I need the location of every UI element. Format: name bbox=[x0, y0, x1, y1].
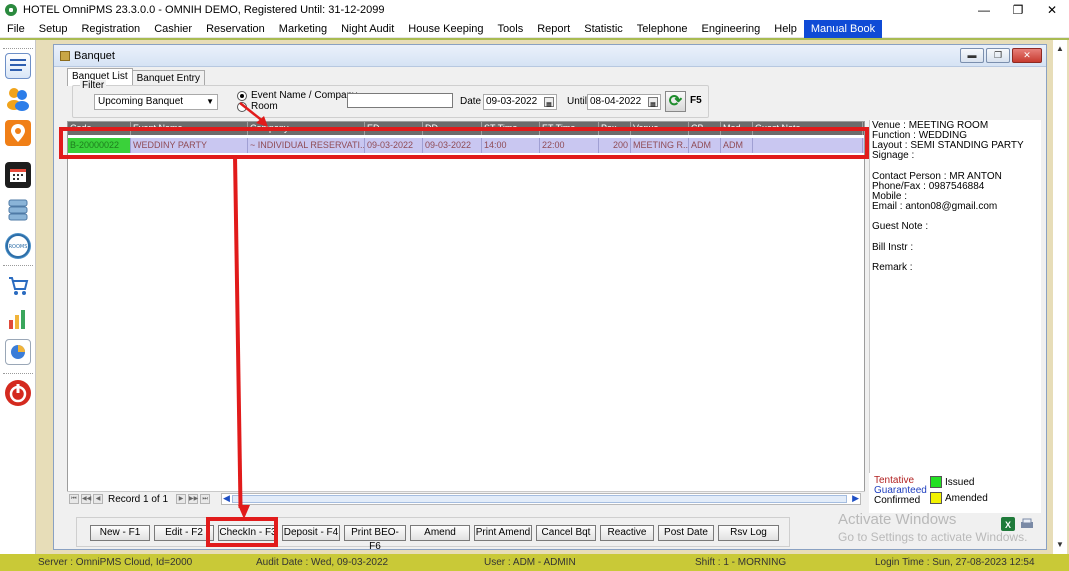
status-login-time: Login Time : Sun, 27-08-2023 12:54 bbox=[875, 557, 1035, 568]
annotation-pointer-line bbox=[239, 102, 265, 123]
status-audit-date: Audit Date : Wed, 09-03-2022 bbox=[256, 557, 389, 568]
status-server: Server : OmniPMS Cloud, Id=2000 bbox=[38, 557, 193, 568]
status-bar: Server : OmniPMS Cloud, Id=2000 Audit Da… bbox=[0, 554, 1069, 571]
annotation-arrows bbox=[238, 102, 268, 519]
status-shift: Shift : 1 - MORNING bbox=[695, 557, 787, 568]
status-user: User : ADM - ADMIN bbox=[484, 557, 576, 568]
annotation-arrowhead-down bbox=[238, 505, 250, 519]
